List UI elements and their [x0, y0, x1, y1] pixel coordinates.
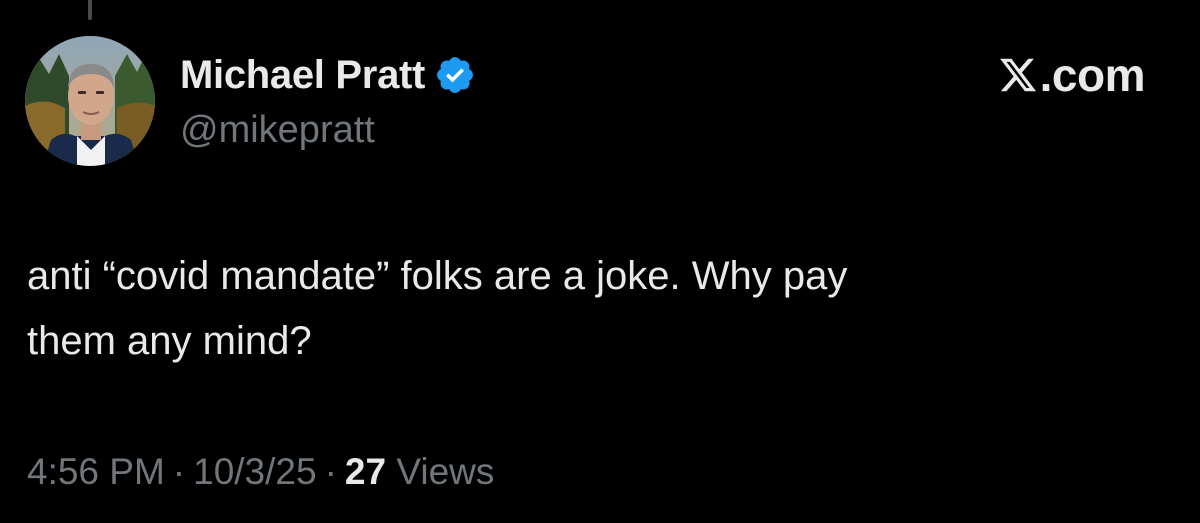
tweet-text-line-1: anti “covid mandate” folks are a joke. W… — [27, 254, 848, 298]
views-count[interactable]: 27 — [345, 451, 386, 492]
views-label[interactable]: Views — [396, 451, 494, 492]
tweet-text-line-2: them any mind? — [27, 319, 312, 363]
avatar[interactable] — [25, 36, 155, 166]
x-logo-icon — [998, 55, 1038, 95]
meta-separator: · — [172, 451, 186, 492]
tweet-date[interactable]: 10/3/25 — [193, 451, 316, 492]
tweet-text: anti “covid mandate” folks are a joke. W… — [27, 244, 1147, 374]
author-display-name[interactable]: Michael Pratt — [180, 52, 425, 98]
avatar-photo — [25, 36, 155, 166]
tweet-time[interactable]: 4:56 PM — [27, 451, 165, 492]
tweet-metadata: 4:56 PM · 10/3/25 · 27 Views — [27, 450, 494, 494]
author-name-row[interactable]: Michael Pratt — [180, 52, 476, 98]
brand-watermark: .com — [998, 49, 1146, 101]
verified-badge-icon — [434, 54, 476, 96]
thread-connector-line — [88, 0, 92, 20]
meta-separator: · — [324, 451, 337, 492]
brand-domain-suffix: .com — [1039, 49, 1146, 101]
author-handle[interactable]: @mikepratt — [180, 108, 375, 152]
